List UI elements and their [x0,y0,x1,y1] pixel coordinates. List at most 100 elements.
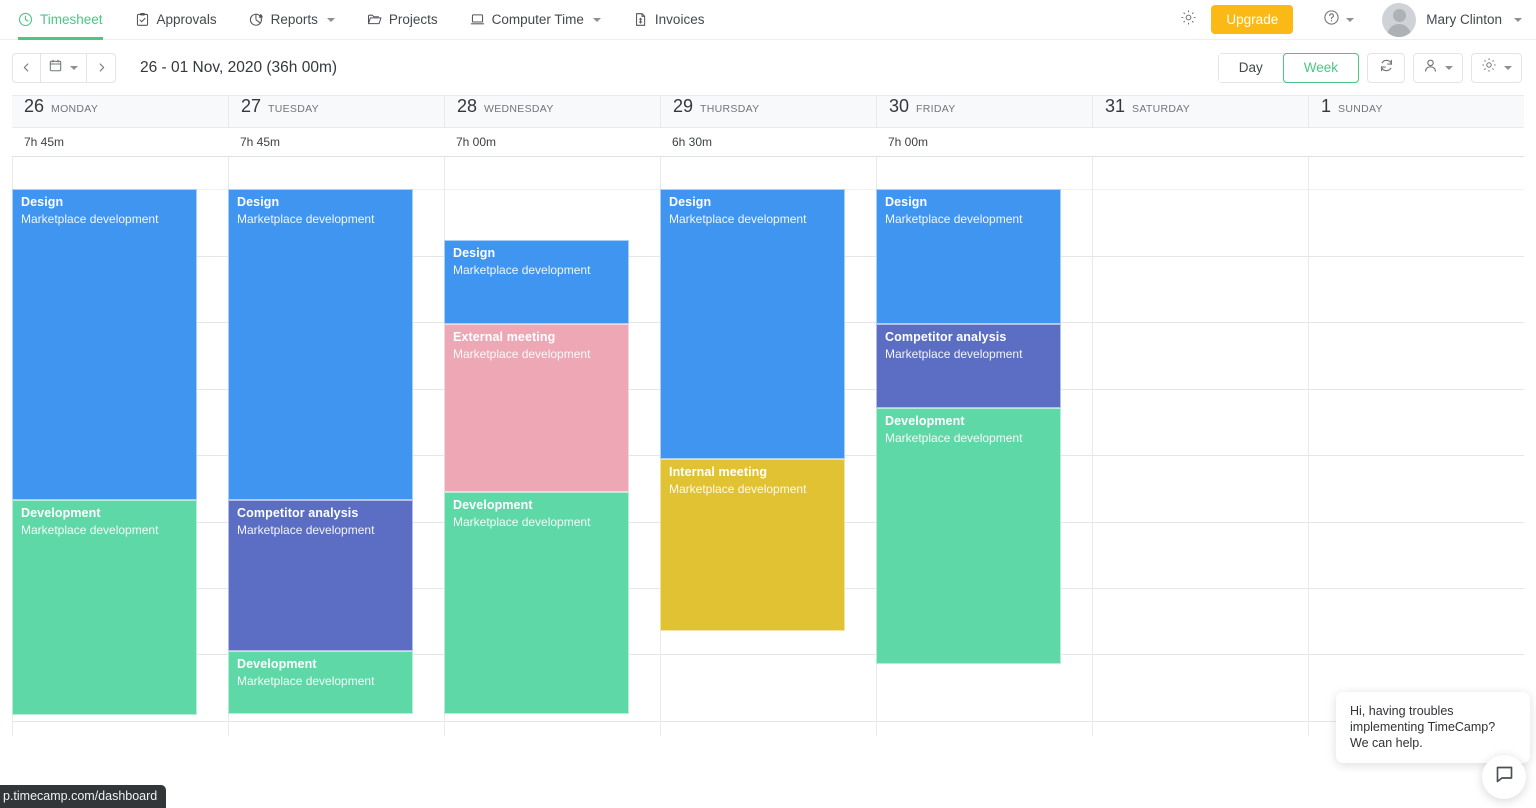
nav-item-reports[interactable]: Reports [233,0,351,40]
day-header-cell[interactable]: 29 THURSDAY [660,96,876,127]
day-duration-row: 7h 45m 7h 45m 7h 00m 6h 30m 7h 00m [12,128,1524,156]
day-total-duration: 6h 30m [672,135,713,149]
week-calendar: 26 MONDAY 27 TUESDAY 28 WEDNESDAY 29 THURSDAY 30… [0,95,1536,736]
day-header-cell[interactable]: 30 FRIDAY [876,96,1092,127]
event-subtitle: Marketplace development [885,347,1023,361]
nav-right-actions: Upgrade Mary Clinton [1166,2,1522,37]
gear-icon [1481,57,1497,78]
event-title: Internal meeting [669,465,768,479]
event-title: Design [453,246,496,260]
day-total-duration: 7h 00m [456,135,497,149]
next-period-button[interactable] [87,52,116,83]
event-title: Competitor analysis [237,506,359,520]
day-name: SUNDAY [1338,103,1383,115]
calendar-event[interactable]: Development Marketplace development [444,492,629,714]
day-name: FRIDAY [916,103,956,115]
nav-item-timesheet[interactable]: Timesheet [18,0,119,40]
refresh-icon [1379,58,1394,78]
event-title: Development [453,498,533,512]
event-title: Design [237,195,280,209]
nav-label-projects: Projects [388,12,438,27]
nav-item-computer-time[interactable]: Computer Time [454,0,617,40]
nav-item-approvals[interactable]: Approvals [119,0,233,40]
event-title: Development [21,506,101,520]
event-subtitle: Marketplace development [453,515,591,529]
calendar-icon [49,59,62,77]
user-filter-button[interactable] [1413,52,1463,83]
day-number: 27 [241,96,262,116]
day-number: 29 [673,96,694,116]
event-subtitle: Marketplace development [237,674,375,688]
day-header-row: 26 MONDAY 27 TUESDAY 28 WEDNESDAY 29 THURSDAY 30… [12,95,1524,128]
chat-launcher-button[interactable] [1482,755,1526,799]
chevron-down-icon [1514,17,1522,22]
nav-label-invoices: Invoices [654,12,705,27]
day-name: WEDNESDAY [484,103,554,115]
status-bar-url: p.timecamp.com/dashboard [0,785,167,808]
chat-greeting-bubble[interactable]: Hi, having troubles implementing TimeCam… [1336,692,1530,763]
user-menu[interactable]: Mary Clinton [1368,2,1522,37]
calendar-event[interactable]: External meeting Marketplace development [444,324,629,492]
clipboard-check-icon [135,12,150,27]
view-switcher: Day Week [1217,52,1359,83]
day-header-cell[interactable]: 1 SUNDAY [1308,96,1524,127]
event-subtitle: Marketplace development [237,523,375,537]
settings-button[interactable] [1166,9,1211,31]
calendar-toolbar: 26 - 01 Nov, 2020 (36h 00m) Day Week [0,40,1536,95]
event-subtitle: Marketplace development [453,263,591,277]
event-title: Design [669,195,712,209]
nav-label-reports: Reports [270,12,318,27]
calendar-event[interactable]: Competitor analysis Marketplace developme… [876,324,1061,408]
clock-icon [18,12,33,27]
day-name: SATURDAY [1132,103,1191,115]
day-header-cell[interactable]: 31 SATURDAY [1092,96,1308,127]
calendar-event[interactable]: Design Marketplace development [444,240,629,324]
day-name: TUESDAY [268,103,319,115]
calendar-event[interactable]: Development Marketplace development [12,500,197,715]
help-menu-button[interactable] [1309,9,1368,31]
nav-label-approvals: Approvals [156,12,217,27]
nav-item-projects[interactable]: Projects [351,0,454,40]
main-nav-items: Timesheet Approvals Reports Projects Com… [18,0,720,40]
calendar-event[interactable]: Development Marketplace development [876,408,1061,664]
view-week-button[interactable]: Week [1282,52,1359,83]
toolbar-right-actions: Day Week [1217,52,1522,83]
upgrade-button[interactable]: Upgrade [1211,5,1294,34]
calendar-event[interactable]: Development Marketplace development [228,651,413,714]
calendar-event[interactable]: Design Marketplace development [660,189,845,459]
refresh-button[interactable] [1367,52,1405,83]
folder-icon [367,12,382,27]
event-subtitle: Marketplace development [669,482,807,496]
day-number: 30 [889,96,910,116]
calendar-event[interactable]: Internal meeting Marketplace development [660,459,845,631]
chevron-down-icon [1445,65,1453,70]
calendar-event[interactable]: Design Marketplace development [228,189,413,500]
chevron-down-icon [1504,65,1512,70]
event-subtitle: Marketplace development [21,212,159,226]
day-header-cell[interactable]: 28 WEDNESDAY [444,96,660,127]
day-header-cell[interactable]: 27 TUESDAY [228,96,444,127]
event-title: External meeting [453,330,556,344]
event-subtitle: Marketplace development [885,431,1023,445]
event-title: Competitor analysis [885,330,1007,344]
invoice-icon [633,12,648,27]
calendar-event[interactable]: Competitor analysis Marketplace developme… [228,500,413,651]
nav-label-computer-time: Computer Time [491,12,584,27]
date-picker-button[interactable] [41,52,87,83]
chevron-down-icon [326,17,335,22]
nav-label-timesheet: Timesheet [40,12,103,27]
day-number: 28 [457,96,478,116]
calendar-settings-button[interactable] [1471,52,1522,83]
calendar-event[interactable]: Design Marketplace development [876,189,1061,324]
nav-item-invoices[interactable]: Invoices [617,0,721,40]
avatar [1382,2,1417,37]
chevron-down-icon [1346,17,1355,22]
calendar-event[interactable]: Design Marketplace development [12,189,197,500]
day-total-duration: 7h 45m [240,135,281,149]
previous-period-button[interactable] [12,52,41,83]
user-name-label: Mary Clinton [1426,12,1502,27]
day-total-duration: 7h 00m [888,135,929,149]
day-header-cell[interactable]: 26 MONDAY [12,96,228,127]
calendar-grid[interactable]: Design Marketplace development Development… [12,156,1524,736]
view-day-button[interactable]: Day [1218,53,1283,82]
